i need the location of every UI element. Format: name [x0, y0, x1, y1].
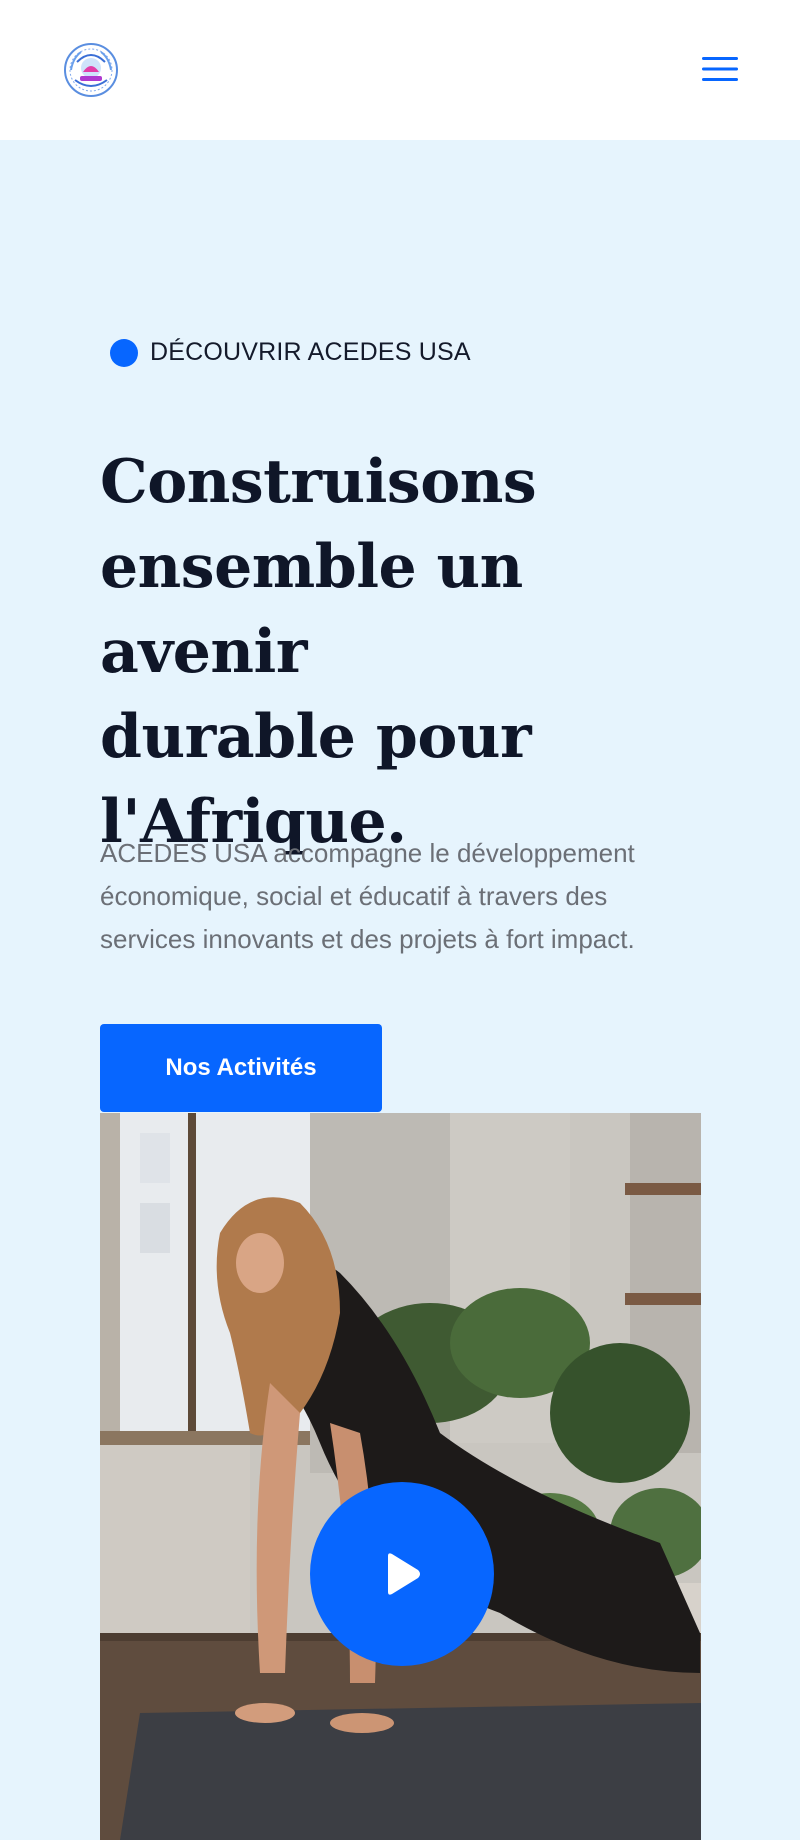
menu-button[interactable] [697, 52, 743, 86]
hamburger-menu-icon [702, 57, 738, 81]
hero-description: ACEDES USA accompagne le développement é… [100, 838, 635, 954]
hero-title-line: durable pour [100, 702, 532, 772]
play-video-button[interactable] [310, 1482, 494, 1666]
eyebrow-dot-icon [110, 338, 138, 367]
site-header [0, 0, 800, 140]
eyebrow-label: DÉCOUVRIR ACEDES USA [110, 338, 471, 367]
logo-emblem-icon [64, 43, 118, 97]
acedes-logo[interactable] [63, 42, 119, 98]
yoga-photo-image [100, 1113, 701, 1840]
hero-title-line: Construisons [100, 447, 537, 517]
eyebrow-text: DÉCOUVRIR ACEDES USA [150, 338, 471, 366]
play-icon [388, 1553, 420, 1595]
nos-activites-button[interactable]: Nos Activités [100, 1024, 382, 1112]
hero-video-thumbnail[interactable] [100, 1113, 701, 1840]
hero-title-line: ensemble un avenir [100, 532, 523, 687]
hero-title: Construisons ensemble un avenir durable … [100, 440, 700, 865]
